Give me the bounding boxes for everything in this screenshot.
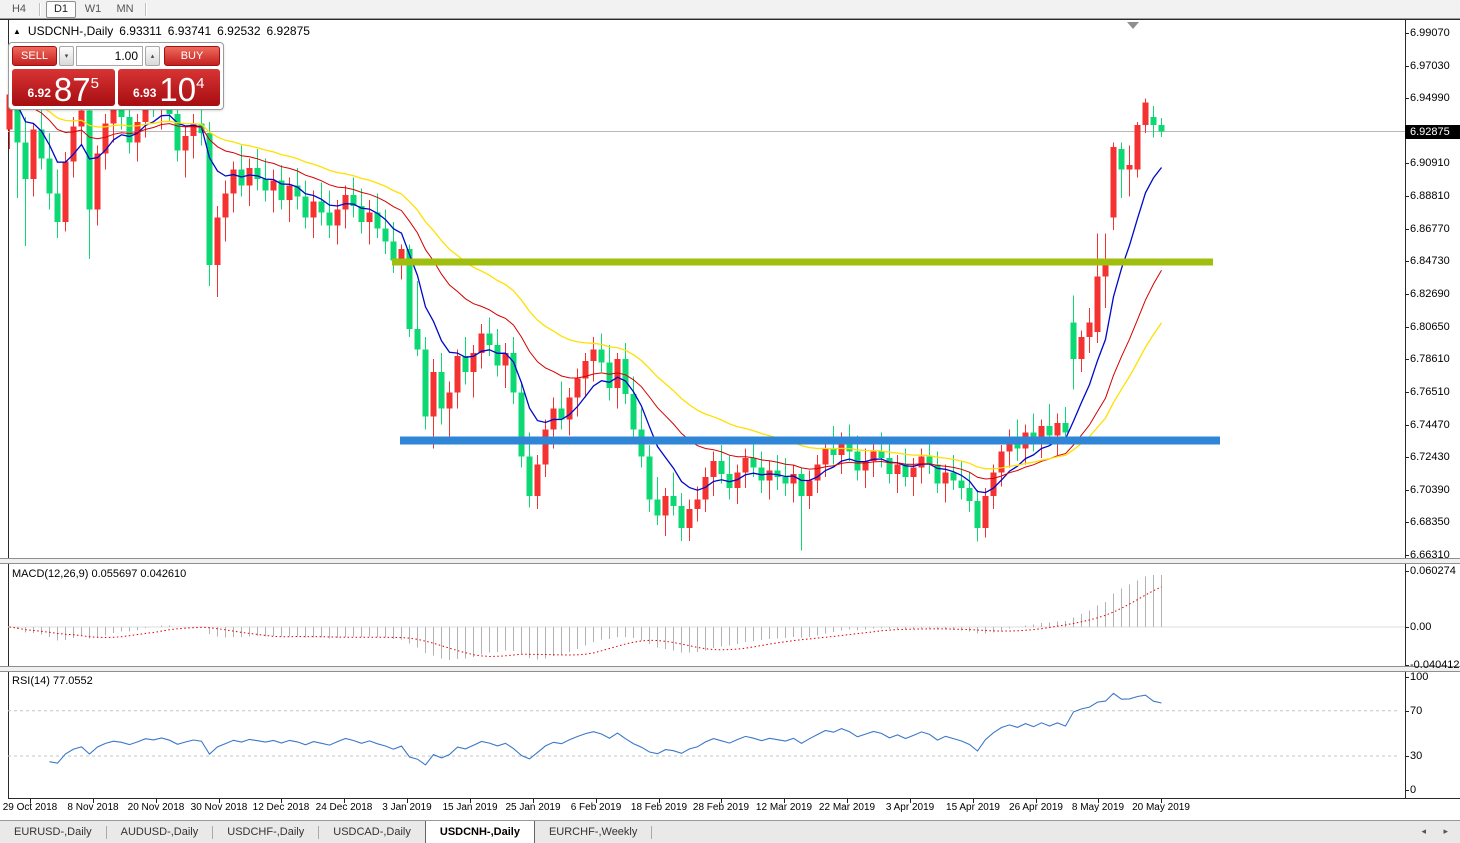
price-tick: 6.80650 (1405, 321, 1458, 333)
tab-usdchf[interactable]: USDCHF-,Daily (213, 821, 318, 843)
date-label: 20 May 2019 (1132, 802, 1190, 813)
ohlc-open: 6.93311 (119, 24, 162, 38)
rsi-line (49, 692, 1162, 766)
collapse-triangle-icon[interactable]: ▲ (13, 27, 21, 36)
tab-eurchf[interactable]: EURCHF-,Weekly (535, 821, 651, 843)
current-price-label: 6.92875 (1405, 125, 1460, 139)
date-label: 8 Nov 2018 (67, 802, 119, 813)
buy-price-box[interactable]: 6.93 10 4 (117, 69, 220, 108)
price-tick: 6.94990 (1405, 92, 1458, 104)
price-tick: 6.84730 (1405, 255, 1458, 267)
buy-button[interactable]: BUY (164, 46, 220, 66)
sell-price-sup: 5 (90, 75, 99, 92)
volume-input[interactable] (76, 46, 143, 66)
date-label: 15 Apr 2019 (946, 802, 1000, 813)
date-label: 15 Jan 2019 (442, 802, 498, 813)
ohlc-high: 6.93741 (167, 24, 212, 38)
rsi-label: RSI(14) 77.0552 (12, 675, 93, 687)
ma-line-34[interactable] (9, 94, 1163, 470)
volume-decrease-button[interactable]: ▾ (59, 46, 74, 66)
rsi-tick: 0 (1405, 784, 1458, 796)
ohlc-low: 6.92532 (217, 24, 261, 38)
date-label: 3 Apr 2019 (885, 802, 935, 813)
macd-label: MACD(12,26,9) 0.055697 0.042610 (12, 568, 187, 580)
macd-tick: -0.040412 (1405, 659, 1460, 671)
date-label: 22 Mar 2019 (818, 802, 876, 813)
price-tick: 6.97030 (1405, 60, 1458, 72)
date-label: 18 Feb 2019 (630, 802, 688, 813)
date-label: 20 Nov 2018 (127, 802, 185, 813)
sell-price-big: 87 (53, 71, 91, 108)
buy-price-sup: 4 (196, 75, 205, 92)
tab-scroll-right-icon[interactable]: ▸ (1443, 826, 1448, 837)
tab-usdcnh[interactable]: USDCNH-,Daily (424, 821, 535, 843)
chart-shift-marker-icon[interactable] (1127, 22, 1139, 29)
ohlc-close: 6.92875 (266, 24, 310, 38)
sell-price-box[interactable]: 6.92 87 5 (12, 69, 115, 106)
rsi-tick: 30 (1405, 750, 1458, 762)
symbol-info-line: ▲ USDCNH-,Daily 6.93311 6.93741 6.92532 … (13, 24, 316, 38)
date-label: 8 May 2019 (1071, 802, 1125, 813)
date-axis-line[interactable] (8, 798, 1460, 799)
date-label: 26 Apr 2019 (1009, 802, 1063, 813)
tab-separator (651, 825, 653, 839)
ma-line-8[interactable] (8, 94, 1163, 494)
price-tick: 6.82690 (1405, 288, 1458, 300)
date-label: 3 Jan 2019 (382, 802, 432, 813)
macd-signal-line (9, 586, 1162, 658)
sell-price-prefix: 6.92 (27, 86, 51, 100)
date-label: 12 Mar 2019 (755, 802, 813, 813)
rsi-tick: 70 (1405, 705, 1458, 717)
macd-histogram (17, 574, 1162, 660)
price-tick: 6.72430 (1405, 451, 1458, 463)
price-tick: 6.86770 (1405, 223, 1458, 235)
rsi-canvas[interactable] (0, 672, 1405, 798)
rsi-tick: 100 (1405, 671, 1458, 683)
price-tick: 6.70390 (1405, 484, 1458, 496)
tab-audusd[interactable]: AUDUSD-,Daily (107, 821, 213, 843)
date-label: 6 Feb 2019 (570, 802, 622, 813)
price-tick: 6.88810 (1405, 190, 1458, 202)
price-tick: 6.99070 (1405, 27, 1458, 39)
macd-tick: 0.00 (1405, 621, 1458, 633)
macd-tick: 0.060274 (1405, 565, 1458, 577)
buy-price-prefix: 6.93 (133, 86, 157, 100)
price-tick: 6.90910 (1405, 157, 1458, 169)
symbol-tab-bar: EURUSD-,Daily AUDUSD-,Daily USDCHF-,Daily U… (0, 820, 1460, 843)
date-label: 25 Jan 2019 (505, 802, 561, 813)
date-label: 24 Dec 2018 (315, 802, 373, 813)
price-tick: 6.74470 (1405, 419, 1458, 431)
tab-scroll-left-icon[interactable]: ◂ (1421, 826, 1426, 837)
buy-price-big: 10 (159, 71, 197, 108)
ma-line-21[interactable] (9, 94, 1162, 480)
macd-canvas[interactable] (0, 564, 1405, 666)
price-tick: 6.68350 (1405, 516, 1458, 528)
symbol-title: USDCNH-,Daily (27, 24, 114, 38)
tab-eurusd[interactable]: EURUSD-,Daily (0, 821, 106, 843)
candles-layer[interactable] (6, 78, 1165, 551)
sell-button[interactable]: SELL (12, 46, 57, 66)
price-tick: 6.76510 (1405, 386, 1458, 398)
date-label: 12 Dec 2018 (252, 802, 310, 813)
one-click-trading-panel: SELL ▾ ▴ BUY 6.92 87 5 6.93 10 4 (8, 42, 224, 110)
date-label: 28 Feb 2019 (692, 802, 750, 813)
price-tick: 6.78610 (1405, 353, 1458, 365)
tab-usdcad[interactable]: USDCAD-,Daily (319, 821, 425, 843)
date-label: 30 Nov 2018 (190, 802, 248, 813)
date-label: 29 Oct 2018 (2, 802, 58, 813)
volume-increase-button[interactable]: ▴ (145, 46, 160, 66)
trading-terminal-window: H4 D1 W1 MN ▲ USDCNH-,Daily 6.93311 6.93741… (0, 0, 1460, 843)
